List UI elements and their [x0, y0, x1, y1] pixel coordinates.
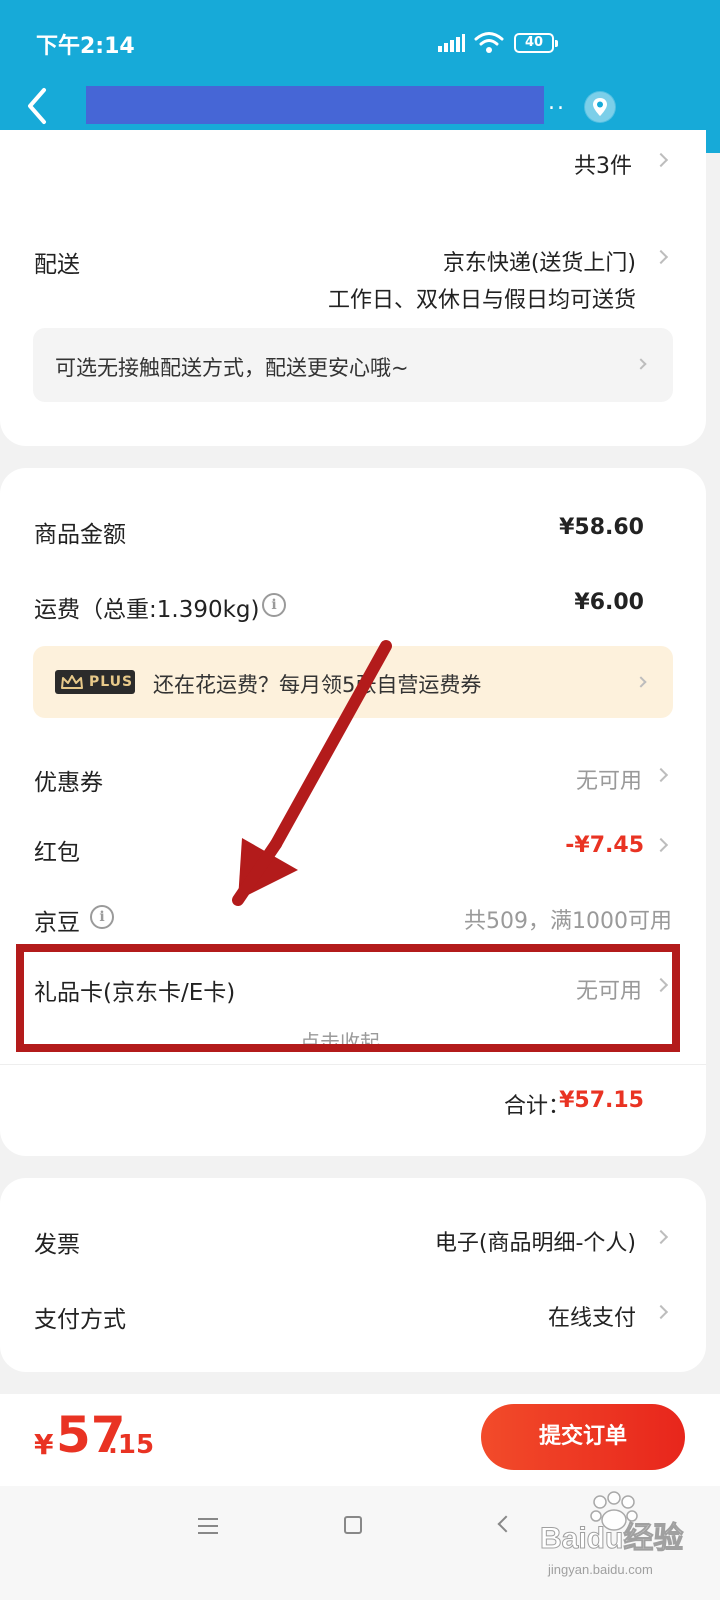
goods-amount-label: 商品金额: [34, 522, 126, 548]
info-icon[interactable]: i: [90, 905, 114, 929]
invoice-value[interactable]: 电子(商品明细-个人): [435, 1225, 636, 1257]
plus-badge: PLUS: [55, 670, 135, 694]
address-redaction[interactable]: [86, 86, 544, 124]
goods-amount-value: ¥58.60: [559, 515, 644, 540]
coupon-label: 优惠券: [34, 770, 103, 796]
status-time: 下午2:14: [36, 34, 135, 59]
shipping-label: 运费（总重:1.390kg): [34, 597, 260, 623]
subtotal-value: ¥57.15: [559, 1088, 644, 1113]
plus-badge-text: PLUS: [89, 674, 134, 690]
delivery-method[interactable]: 京东快递(送货上门): [443, 245, 636, 277]
baidu-jingyan-watermark: Baidu经验 jingyan.baidu.com: [540, 1491, 684, 1577]
submit-bar: ¥ 57 .15 提交订单: [0, 1394, 720, 1486]
delivery-schedule: 工作日、双休日与假日均可送货: [327, 288, 636, 313]
total-yen-sign: ¥: [34, 1428, 54, 1461]
payment-value[interactable]: 在线支付: [548, 1300, 636, 1332]
payment-label: 支付方式: [34, 1307, 126, 1333]
coupon-value[interactable]: 无可用: [576, 763, 642, 795]
redpacket-label: 红包: [34, 840, 80, 866]
delivery-label: 配送: [34, 252, 80, 278]
divider: [0, 1064, 706, 1065]
chevron-right-icon: [635, 358, 647, 370]
menu-icon[interactable]: [198, 1518, 218, 1534]
invoice-label: 发票: [34, 1232, 80, 1258]
nav-back-icon[interactable]: [497, 1515, 515, 1533]
location-icon[interactable]: [584, 91, 616, 123]
jingdou-value: 共509，满1000可用: [464, 909, 672, 934]
annotation-highlight-box: [16, 944, 680, 1052]
watermark-brand: Baidu经验: [540, 1521, 683, 1555]
invoice-card: [0, 1178, 706, 1372]
total-amount-decimal: .15: [108, 1430, 155, 1460]
jingdou-label: 京豆: [34, 910, 80, 936]
battery-icon: 40: [514, 33, 558, 53]
watermark-url: jingyan.baidu.com: [547, 1562, 653, 1577]
annotation-arrow: [232, 640, 392, 906]
crown-icon: [61, 675, 83, 689]
shipping-value: ¥6.00: [574, 590, 644, 615]
signal-icon: [438, 34, 465, 52]
header-strip: [24, 142, 420, 152]
item-count[interactable]: 共3件: [574, 148, 632, 180]
wifi-icon: [474, 32, 504, 53]
info-icon[interactable]: i: [262, 593, 286, 617]
chevron-right-icon: [635, 676, 647, 688]
home-icon[interactable]: [344, 1516, 362, 1534]
contactless-tip-text: 可选无接触配送方式，配送更安心哦~: [55, 356, 409, 380]
address-ellipsis: ..: [548, 90, 566, 115]
redpacket-value[interactable]: -¥7.45: [565, 833, 644, 858]
contactless-tip[interactable]: 可选无接触配送方式，配送更安心哦~: [33, 328, 673, 402]
back-icon[interactable]: [22, 84, 58, 128]
submit-order-button[interactable]: 提交订单: [481, 1404, 685, 1470]
